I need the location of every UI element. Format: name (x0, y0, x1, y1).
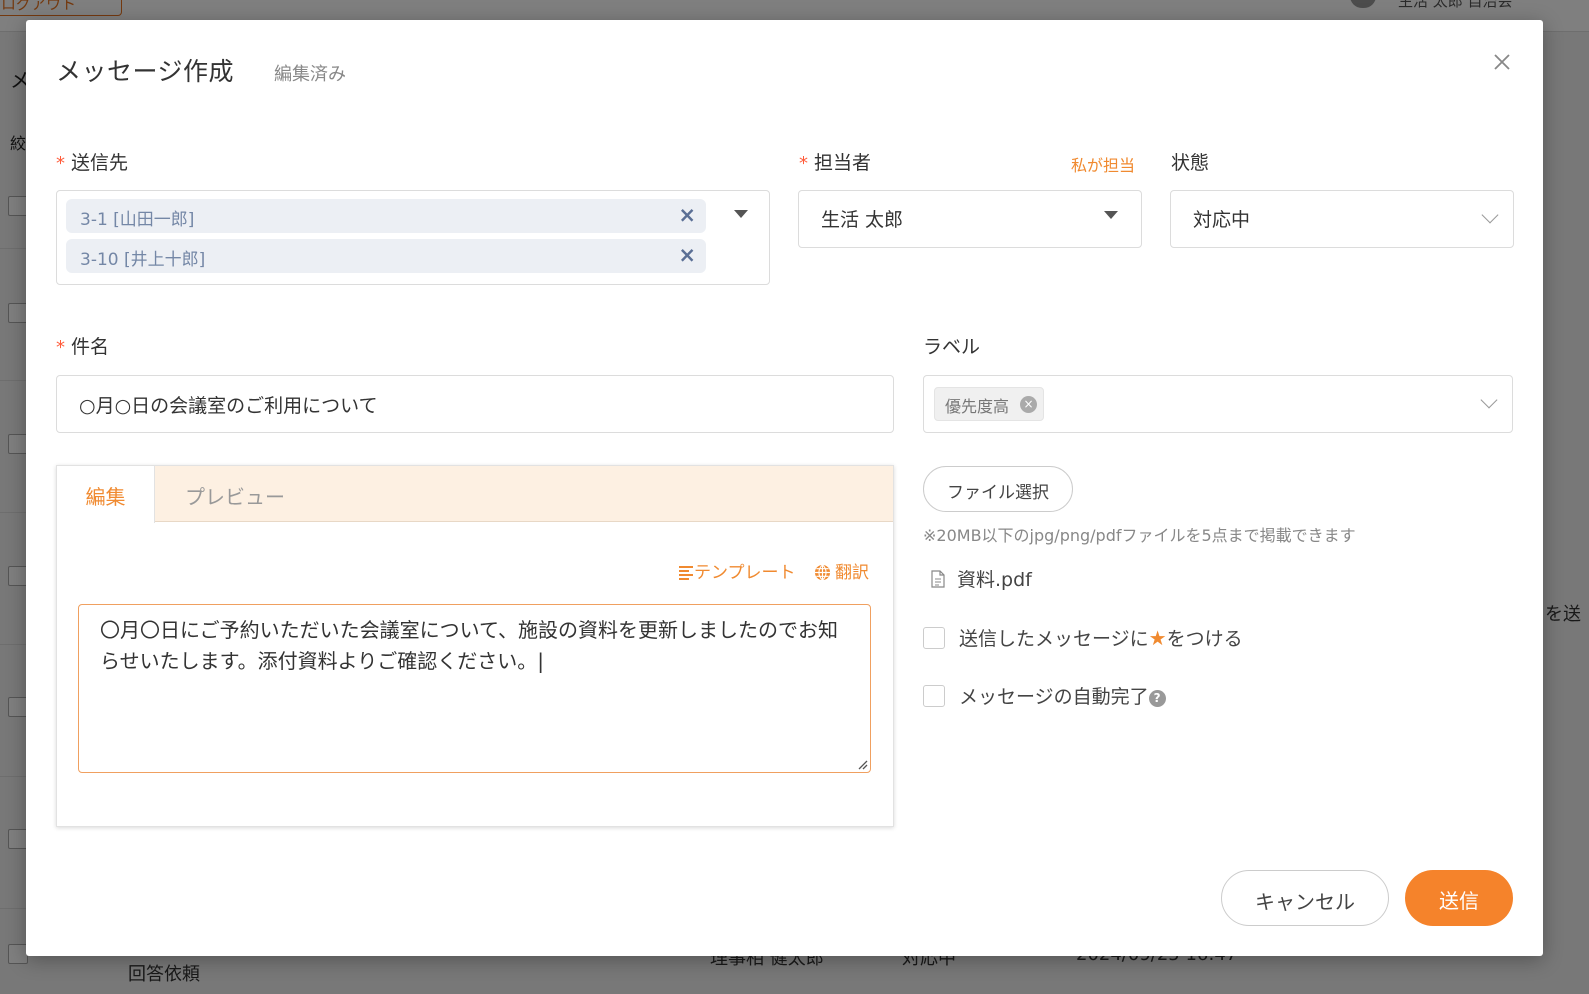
auto-complete-option: メッセージの自動完了? (923, 682, 1166, 709)
translate-link-label: 翻訳 (835, 563, 869, 583)
required-mark: * (799, 153, 808, 174)
assignee-label: * 担当者 (799, 148, 871, 175)
attached-file-name: 資料.pdf (957, 569, 1032, 591)
resize-grip-icon[interactable] (856, 758, 868, 770)
cancel-button[interactable]: キャンセル (1221, 870, 1389, 926)
remove-recipient-icon[interactable]: × (678, 243, 696, 267)
document-icon (931, 570, 945, 588)
modal-title: メッセージ作成 (56, 57, 235, 86)
globe-icon (814, 564, 831, 581)
star-option-prefix: 送信したメッセージに (959, 628, 1149, 650)
chevron-down-icon (1481, 206, 1499, 224)
template-link[interactable]: テンプレート (678, 558, 796, 583)
subject-input[interactable]: ○月○日の会議室のご利用について (56, 375, 894, 433)
status-label: 状態 (1171, 152, 1210, 174)
remove-recipient-icon[interactable]: × (678, 203, 696, 227)
send-button[interactable]: 送信 (1405, 870, 1513, 926)
recipients-label: * 送信先 (56, 148, 128, 175)
subject-label-text: 件名 (71, 336, 110, 358)
label-tag: 優先度高 × (934, 387, 1045, 421)
file-note: ※20MB以下のjpg/png/pdfファイルを5点まで掲載できます (923, 526, 1356, 545)
tab-edit[interactable]: 編集 (57, 466, 155, 523)
tab-preview[interactable]: プレビュー (155, 466, 315, 522)
required-mark: * (56, 153, 65, 174)
auto-complete-label: メッセージの自動完了 (959, 686, 1149, 708)
star-checkbox[interactable] (923, 627, 945, 649)
close-icon (1494, 54, 1510, 70)
assignee-value: 生活 太郎 (821, 209, 904, 231)
recipients-label-text: 送信先 (71, 152, 129, 174)
required-mark: * (56, 337, 65, 358)
assign-me-link[interactable]: 私が担当 (1071, 152, 1135, 176)
chevron-down-icon (1480, 391, 1498, 409)
help-icon[interactable]: ? (1148, 690, 1166, 707)
edit-status: 編集済み (274, 64, 346, 85)
message-body-textarea[interactable]: 〇月〇日にご予約いただいた会議室について、施設の資料を更新しましたのでお知らせい… (78, 604, 871, 773)
status-value: 対応中 (1193, 209, 1251, 231)
assignee-label-text: 担当者 (814, 152, 872, 174)
star-option: 送信したメッセージに★をつける (923, 624, 1243, 651)
compose-message-modal: メッセージ作成 編集済み * 送信先 3-1 [山田一郎] × 3-10 [井上十… (26, 20, 1543, 956)
file-select-button[interactable]: ファイル選択 (923, 466, 1073, 512)
auto-complete-checkbox[interactable] (923, 685, 945, 707)
editor-tabs: プレビュー 編集 (57, 466, 893, 523)
star-option-suffix: をつける (1166, 628, 1243, 650)
star-icon: ★ (1148, 626, 1167, 650)
status-select[interactable]: 対応中 (1170, 190, 1514, 248)
recipient-chip: 3-10 [井上十郎] × (66, 239, 706, 273)
attached-file[interactable]: 資料.pdf (931, 565, 1032, 592)
translate-link[interactable]: 翻訳 (814, 558, 869, 583)
recipient-chip-label: 3-1 [山田一郎] (80, 210, 195, 230)
caret-down-icon (1104, 211, 1118, 219)
message-editor: プレビュー 編集 テンプレート 翻訳 〇月〇日にご予約いただいた会議室について、… (56, 465, 894, 827)
recipients-select[interactable]: 3-1 [山田一郎] × 3-10 [井上十郎] × (56, 190, 770, 285)
assignee-select[interactable]: 生活 太郎 (798, 190, 1142, 248)
labels-label: ラベル (923, 336, 981, 358)
list-icon (679, 566, 693, 580)
message-body-text: 〇月〇日にご予約いただいた会議室について、施設の資料を更新しましたのでお知らせい… (100, 618, 838, 673)
recipient-chip: 3-1 [山田一郎] × (66, 199, 706, 233)
remove-label-icon[interactable]: × (1020, 396, 1038, 413)
subject-label: * 件名 (56, 332, 109, 359)
close-button[interactable] (1490, 50, 1514, 74)
caret-down-icon[interactable] (734, 210, 748, 218)
recipient-chip-label: 3-10 [井上十郎] (80, 250, 206, 270)
label-tag-text: 優先度高 (945, 397, 1010, 416)
labels-select[interactable]: 優先度高 × (923, 375, 1513, 433)
template-link-label: テンプレート (694, 563, 796, 583)
